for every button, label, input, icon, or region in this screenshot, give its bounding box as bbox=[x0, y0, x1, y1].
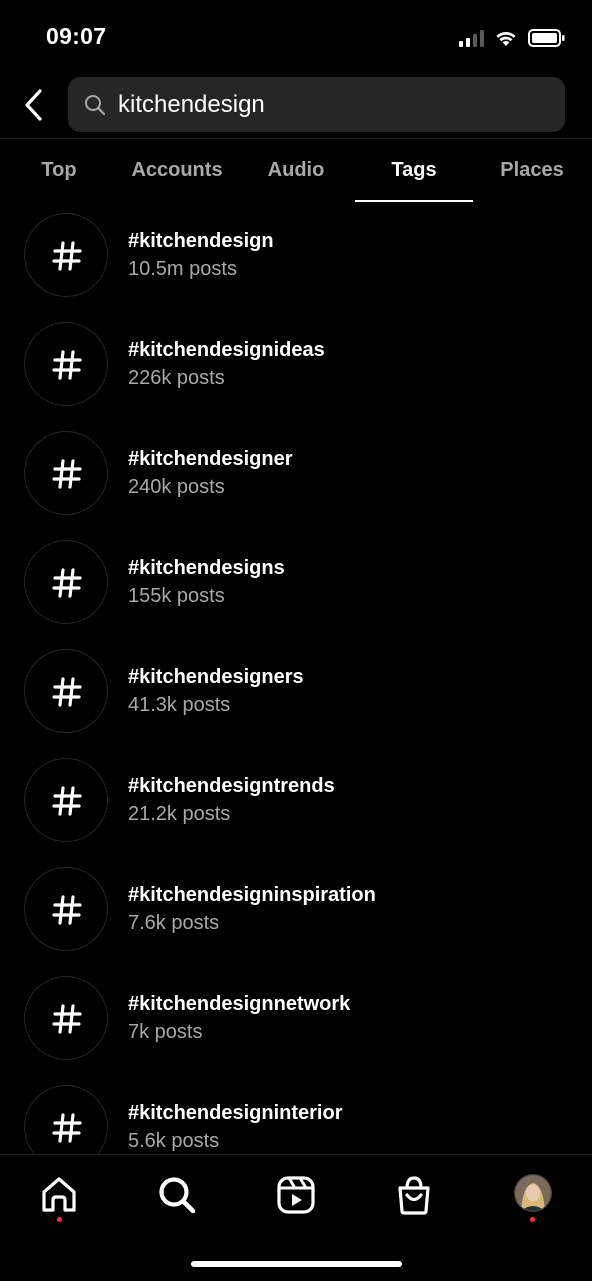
status-icons bbox=[459, 26, 566, 50]
nav-reels-button[interactable] bbox=[274, 1173, 318, 1217]
tag-name: #kitchendesigner bbox=[128, 448, 293, 470]
tag-post-count: 5.6k posts bbox=[128, 1130, 220, 1152]
chevron-left-icon bbox=[25, 89, 42, 121]
profile-avatar-image bbox=[515, 1175, 551, 1211]
tag-result-row[interactable]: #kitchendesignnetwork 7k posts bbox=[0, 965, 592, 1074]
hashtag-icon bbox=[52, 1113, 82, 1143]
tag-name: #kitchendesigntrends bbox=[128, 775, 335, 797]
hashtag-icon bbox=[52, 786, 82, 816]
tab-audio[interactable]: Audio bbox=[237, 139, 355, 201]
tag-name: #kitchendesigninspiration bbox=[128, 884, 376, 906]
hashtag-avatar bbox=[24, 867, 108, 951]
wifi-icon bbox=[496, 32, 516, 46]
nav-search-button[interactable] bbox=[155, 1173, 199, 1217]
hashtag-avatar bbox=[24, 758, 108, 842]
tag-name: #kitchendesignideas bbox=[128, 339, 325, 361]
search-input-box[interactable]: kitchendesign bbox=[68, 77, 565, 132]
tag-name: #kitchendesigners bbox=[128, 666, 304, 688]
tag-post-count: 10.5m posts bbox=[128, 258, 237, 280]
tag-post-count: 7.6k posts bbox=[128, 912, 220, 934]
hashtag-avatar bbox=[24, 976, 108, 1060]
tag-post-count: 226k posts bbox=[128, 367, 225, 389]
home-icon bbox=[42, 1177, 76, 1212]
hashtag-icon bbox=[52, 459, 82, 489]
tab-accounts[interactable]: Accounts bbox=[118, 139, 236, 201]
home-notification-dot bbox=[57, 1217, 62, 1222]
tag-result-row[interactable]: #kitchendesigner 240k posts bbox=[0, 420, 592, 529]
profile-notification-dot bbox=[530, 1217, 535, 1222]
hashtag-icon bbox=[52, 350, 82, 380]
tag-post-count: 240k posts bbox=[128, 476, 225, 498]
tag-post-count: 21.2k posts bbox=[128, 803, 231, 825]
tag-result-row[interactable]: #kitchendesigninspiration 7.6k posts bbox=[0, 856, 592, 965]
hashtag-icon bbox=[52, 241, 82, 271]
hashtag-avatar bbox=[24, 540, 108, 624]
nav-home-button[interactable] bbox=[37, 1173, 81, 1217]
tag-post-count: 155k posts bbox=[128, 585, 225, 607]
tag-name: #kitchendesign bbox=[128, 230, 274, 252]
tab-top[interactable]: Top bbox=[0, 139, 118, 201]
search-header: kitchendesign bbox=[0, 76, 592, 134]
tag-name: #kitchendesignnetwork bbox=[128, 993, 351, 1015]
hashtag-icon bbox=[52, 895, 82, 925]
back-button[interactable] bbox=[18, 85, 52, 125]
search-icon bbox=[159, 1177, 196, 1214]
hashtag-avatar bbox=[24, 213, 108, 297]
tag-post-count: 41.3k posts bbox=[128, 694, 231, 716]
search-tabs: Top Accounts Audio Tags Places bbox=[0, 138, 592, 203]
hashtag-avatar bbox=[24, 1085, 108, 1154]
tab-places[interactable]: Places bbox=[473, 139, 591, 201]
tag-result-row[interactable]: #kitchendesigners 41.3k posts bbox=[0, 638, 592, 747]
search-icon bbox=[85, 95, 106, 116]
hashtag-icon bbox=[52, 677, 82, 707]
shop-bag-icon bbox=[398, 1176, 430, 1215]
status-bar: 09:07 bbox=[0, 0, 592, 70]
tag-name: #kitchendesigns bbox=[128, 557, 285, 579]
nav-shop-button[interactable] bbox=[392, 1173, 436, 1217]
tag-result-row[interactable]: #kitchendesigns 155k posts bbox=[0, 529, 592, 638]
tag-name: #kitchendesigninterior bbox=[128, 1102, 343, 1124]
tag-result-row[interactable]: #kitchendesigntrends 21.2k posts bbox=[0, 747, 592, 856]
tag-results-list: #kitchendesign 10.5m posts #kitchendesig… bbox=[0, 202, 592, 1154]
hashtag-icon bbox=[52, 568, 82, 598]
tag-result-row[interactable]: #kitchendesigninterior 5.6k posts bbox=[0, 1074, 592, 1154]
reels-icon bbox=[277, 1176, 315, 1214]
search-input[interactable]: kitchendesign bbox=[118, 77, 538, 132]
status-time: 09:07 bbox=[46, 23, 107, 49]
battery-icon bbox=[528, 29, 565, 47]
tag-post-count: 7k posts bbox=[128, 1021, 203, 1043]
home-indicator bbox=[191, 1261, 402, 1267]
hashtag-avatar bbox=[24, 322, 108, 406]
hashtag-icon bbox=[52, 1004, 82, 1034]
tab-tags[interactable]: Tags bbox=[355, 139, 473, 201]
hashtag-avatar bbox=[24, 649, 108, 733]
hashtag-avatar bbox=[24, 431, 108, 515]
tag-result-row[interactable]: #kitchendesign 10.5m posts bbox=[0, 202, 592, 311]
cellular-signal-icon bbox=[459, 29, 484, 47]
nav-profile-avatar[interactable] bbox=[514, 1174, 552, 1212]
tag-result-row[interactable]: #kitchendesignideas 226k posts bbox=[0, 311, 592, 420]
